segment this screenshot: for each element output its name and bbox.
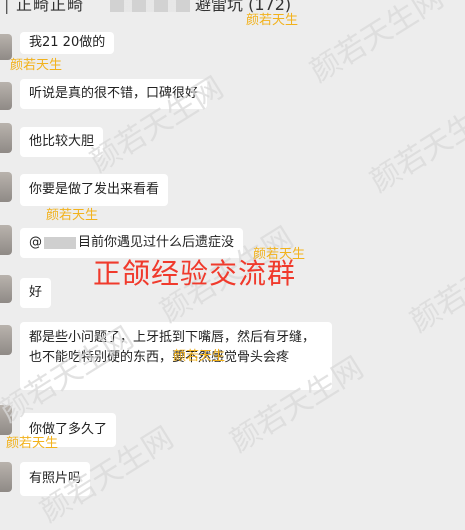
message-text: 目前你遇见过什么后遗症没 bbox=[78, 235, 235, 250]
watermark-small: 颜若天生 bbox=[246, 13, 299, 28]
avatar[interactable] bbox=[0, 275, 12, 303]
mention-name-blurred bbox=[44, 236, 76, 249]
message-bubble[interactable]: 我21 20做的 bbox=[20, 32, 115, 54]
avatar[interactable] bbox=[0, 82, 12, 110]
watermark-small: 颜若天生 bbox=[46, 208, 99, 223]
message-bubble[interactable]: 好 bbox=[20, 278, 52, 308]
avatar[interactable] bbox=[0, 325, 12, 355]
watermark-small: 颜若天生 bbox=[6, 436, 59, 451]
watermark-small: 颜若天生 bbox=[173, 349, 226, 364]
message-bubble[interactable]: 你要是做了发出来看看 bbox=[20, 174, 169, 206]
mention-prefix: @ bbox=[29, 235, 42, 250]
avatar[interactable] bbox=[0, 123, 12, 153]
avatar[interactable] bbox=[0, 225, 12, 255]
blurred-title-segment bbox=[110, 0, 190, 12]
watermark-large-5: 颜若天生网 bbox=[403, 230, 465, 340]
watermark-large-3: 颜若天生网 bbox=[363, 90, 465, 200]
chat-title-part1: 正畸正畸 bbox=[16, 0, 85, 14]
group-banner: 正颌经验交流群 bbox=[93, 257, 297, 290]
header-divider: | bbox=[4, 0, 10, 14]
avatar[interactable] bbox=[0, 462, 12, 492]
avatar[interactable] bbox=[0, 172, 12, 202]
watermark-small: 颜若天生 bbox=[10, 58, 63, 73]
